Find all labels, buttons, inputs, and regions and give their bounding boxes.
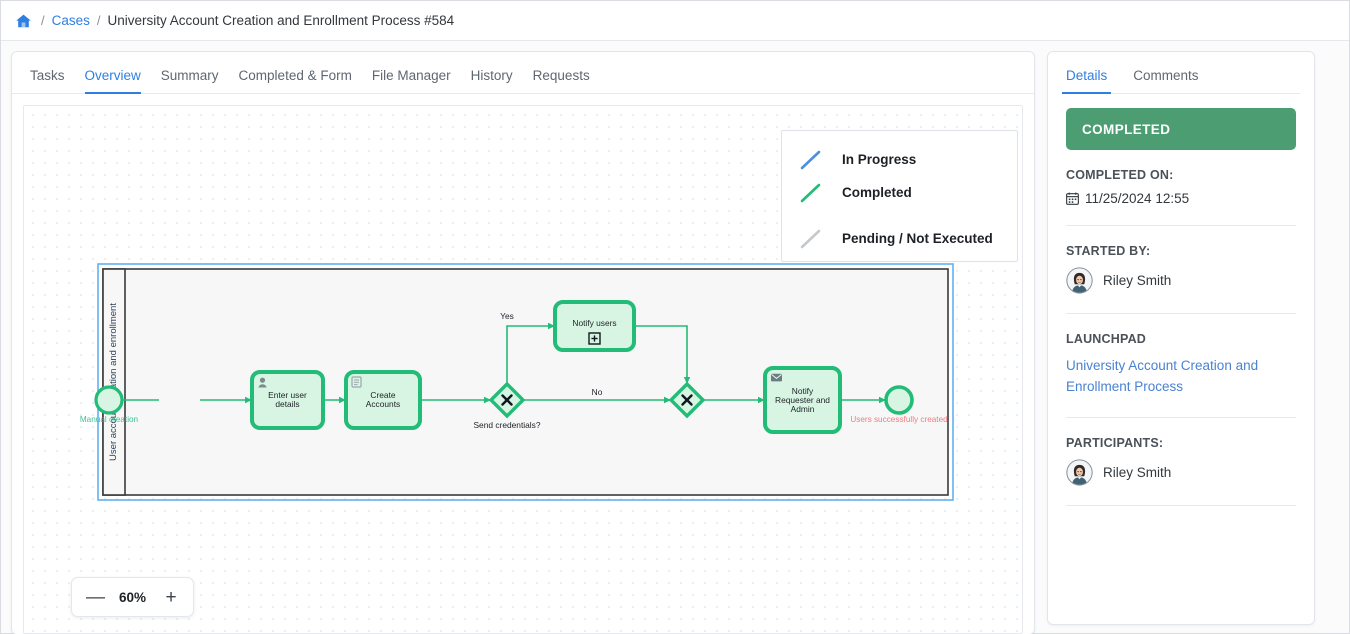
details-panel: Details Comments COMPLETED COMPLETED ON:	[1047, 51, 1315, 625]
zoom-level-value: 60%	[118, 589, 147, 605]
breadcrumb-separator-1: /	[41, 13, 45, 28]
launchpad-label: LAUNCHPAD	[1066, 332, 1147, 346]
zoom-control[interactable]: — 60% +	[71, 577, 194, 617]
breadcrumb-separator-2: /	[96, 13, 101, 28]
end-event-label: Users successfully created	[850, 415, 948, 424]
start-event-label: Manual creation	[80, 415, 139, 424]
task-enter-user-details: Enter user details	[250, 370, 325, 430]
started-by-person: Riley Smith	[1066, 267, 1296, 294]
details-panel-tabs: Details Comments	[1062, 52, 1300, 94]
divider-1	[1066, 225, 1296, 226]
launchpad-link[interactable]: University Account Creation and Enrollme…	[1066, 355, 1296, 398]
divider-4	[1066, 504, 1296, 506]
flow-label-no: No	[592, 387, 603, 397]
lane-label: User account creation and enrollment	[108, 303, 119, 461]
divider-2	[1066, 313, 1296, 314]
app-root: / Cases / University Account Creation an…	[0, 0, 1350, 634]
task-notify-requester-admin: Notify Requester and Admin	[763, 366, 842, 434]
flow-label-yes: Yes	[500, 311, 514, 321]
calendar-icon	[1066, 192, 1079, 205]
task-notify-users: Notify users	[553, 300, 636, 352]
svg-text:details: details	[275, 399, 299, 409]
tab-file-manager[interactable]: File Manager	[372, 68, 451, 94]
completed-on-value: 11/25/2024 12:55	[1085, 191, 1190, 206]
main-tabs: Tasks Overview Summary Completed & Form …	[12, 52, 1034, 94]
tab-requests[interactable]: Requests	[533, 68, 590, 94]
status-badge: COMPLETED	[1066, 108, 1296, 150]
svg-text:Admin: Admin	[791, 404, 815, 414]
tab-history[interactable]: History	[471, 68, 513, 94]
svg-text:Notify users: Notify users	[572, 318, 616, 328]
participant-row: Riley Smith	[1066, 458, 1296, 486]
tab-completed-form[interactable]: Completed & Form	[239, 68, 352, 94]
started-by-label: STARTED BY:	[1066, 244, 1151, 258]
body-wrap: Tasks Overview Summary Completed & Form …	[1, 41, 1349, 634]
start-event	[94, 385, 124, 415]
tab-tasks[interactable]: Tasks	[30, 68, 65, 94]
completed-on-value-row: 11/25/2024 12:55	[1066, 191, 1296, 206]
breadcrumb: / Cases / University Account Creation an…	[1, 1, 1349, 41]
tab-details[interactable]: Details	[1062, 68, 1112, 94]
divider-3	[1066, 416, 1296, 418]
breadcrumb-link-cases[interactable]: Cases	[52, 13, 90, 28]
tab-comments[interactable]: Comments	[1129, 68, 1202, 94]
zoom-out-button[interactable]: —	[86, 588, 105, 607]
end-event	[884, 385, 914, 415]
bpmn-diagram[interactable]: User account creation and enrollment Man…	[24, 106, 1023, 606]
breadcrumb-current: University Account Creation and Enrollme…	[107, 13, 455, 28]
bpmn-canvas[interactable]: In Progress Completed Pending / Not Exec…	[23, 105, 1023, 634]
avatar	[1066, 458, 1093, 486]
home-icon[interactable]	[15, 13, 32, 29]
send-task-icon	[771, 373, 782, 382]
overview-card: Tasks Overview Summary Completed & Form …	[11, 51, 1035, 634]
participants-label: PARTICIPANTS:	[1066, 435, 1164, 450]
completed-on-label: COMPLETED ON:	[1066, 168, 1174, 182]
svg-text:Accounts: Accounts	[366, 399, 400, 409]
avatar	[1066, 267, 1093, 294]
tab-overview[interactable]: Overview	[84, 68, 141, 94]
gateway-label-send-credentials: Send credentials?	[473, 420, 540, 430]
tab-summary[interactable]: Summary	[161, 68, 219, 94]
started-by-name: Riley Smith	[1103, 273, 1172, 288]
task-create-accounts: Create Accounts	[344, 370, 422, 430]
zoom-in-button[interactable]: +	[163, 588, 179, 607]
participant-name: Riley Smith	[1103, 464, 1172, 480]
